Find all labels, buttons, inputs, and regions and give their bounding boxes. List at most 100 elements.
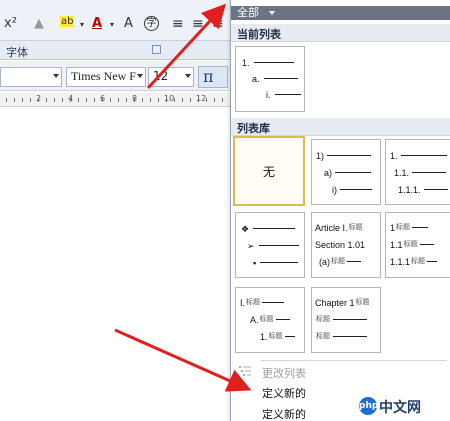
list-tile-heading-numbered[interactable]: 1标题 1.1标题 1.1.1标题 bbox=[385, 212, 450, 278]
line-icon bbox=[284, 336, 295, 338]
list-row: 1. bbox=[242, 57, 294, 68]
change-list-level-label: 更改列表 bbox=[262, 367, 306, 380]
list-row: i. bbox=[266, 89, 301, 100]
list-row: ▪ bbox=[253, 257, 299, 268]
list-number: A. bbox=[250, 314, 259, 325]
list-row: 标题 bbox=[315, 331, 367, 342]
list-tile-chapter[interactable]: Chapter 1标题 标题 标题 bbox=[311, 287, 381, 353]
line-icon bbox=[275, 319, 290, 321]
font-dialog-launcher-icon[interactable] bbox=[152, 45, 161, 54]
list-number: 1.1.1. bbox=[398, 184, 421, 195]
font-color-dropdown-icon[interactable]: ▾ bbox=[110, 20, 114, 29]
ruler-tick bbox=[118, 98, 119, 102]
line-icon bbox=[327, 155, 372, 157]
list-number: 1.1 bbox=[390, 239, 403, 250]
list-row: A.标题 bbox=[250, 314, 290, 325]
list-number: Article I. bbox=[315, 222, 348, 233]
align-right-icon[interactable]: ≡ bbox=[212, 16, 224, 32]
font-group-label: 字体 bbox=[6, 46, 28, 59]
font-size-combo[interactable]: 12 bbox=[148, 67, 194, 87]
list-number: Section 1.01 bbox=[315, 239, 366, 250]
menu-divider bbox=[261, 360, 447, 361]
ruler-tick bbox=[46, 98, 47, 102]
ruler-tick bbox=[222, 98, 223, 102]
font-color-icon[interactable]: A bbox=[92, 16, 102, 31]
line-icon bbox=[427, 261, 438, 263]
list-row: 1.1.1标题 bbox=[390, 256, 438, 267]
align-left-icon[interactable]: ≡ bbox=[172, 16, 184, 32]
line-icon bbox=[423, 189, 448, 191]
equation-button[interactable]: π bbox=[198, 66, 228, 88]
list-tile-bullets[interactable]: ❖ ➢ ▪ bbox=[235, 212, 305, 278]
heading-tag: 标题 bbox=[316, 332, 330, 340]
align-center-icon[interactable]: ≡ bbox=[192, 16, 204, 32]
list-tile-numbered[interactable]: 1. 1.1. 1.1.1. bbox=[385, 139, 450, 205]
list-row: 1.1.1. bbox=[398, 184, 448, 195]
php-logo-icon: php bbox=[359, 397, 378, 415]
line-icon bbox=[412, 227, 429, 229]
line-icon bbox=[253, 228, 296, 230]
ruler-tick bbox=[78, 98, 79, 102]
ruler-number: 8 bbox=[132, 94, 138, 103]
list-number: a) bbox=[324, 167, 333, 178]
list-number: 1. bbox=[260, 331, 268, 342]
list-tile-roman[interactable]: I.标题 A.标题 1.标题 bbox=[235, 287, 305, 353]
line-icon bbox=[253, 62, 294, 64]
list-row: a. bbox=[252, 73, 298, 84]
document-page[interactable] bbox=[0, 108, 230, 421]
pi-icon: π bbox=[203, 67, 214, 86]
scope-selector[interactable]: 全部 bbox=[231, 6, 450, 20]
ruler-number: 12 bbox=[196, 94, 207, 103]
ruler-tick bbox=[110, 98, 111, 102]
ruler-tick bbox=[214, 98, 215, 102]
line-icon bbox=[333, 319, 367, 321]
heading-tag: 标题 bbox=[348, 223, 363, 231]
heading-tag: 标题 bbox=[355, 298, 370, 306]
font-size-grow-icon[interactable]: A bbox=[124, 16, 133, 31]
current-list-tile[interactable]: 1. a. i. bbox=[235, 46, 305, 112]
list-tile-article[interactable]: Article I.标题 Section 1.01 (a)标题 bbox=[311, 212, 381, 278]
ruler-number: 2 bbox=[36, 94, 42, 103]
ruler-tick bbox=[94, 98, 95, 102]
list-number: (a) bbox=[319, 256, 330, 267]
list-number: I. bbox=[240, 297, 246, 308]
list-tile-none[interactable]: 无 bbox=[233, 136, 305, 206]
ruler-tick bbox=[150, 98, 151, 102]
multilevel-list-dropdown: 全部 当前列表 1. a. i. 列表库 无 1) a) i) 1. 1.1. … bbox=[230, 0, 450, 421]
list-tile-1ai[interactable]: 1) a) i) bbox=[311, 139, 381, 205]
list-row: i) bbox=[332, 184, 372, 195]
ruler-tick bbox=[14, 98, 15, 102]
list-number: 1.1. bbox=[394, 167, 410, 178]
heading-tag: 标题 bbox=[246, 298, 261, 306]
change-list-level-item[interactable]: 更改列表 bbox=[231, 362, 450, 382]
horizontal-ruler[interactable]: 2 4 6 8 10 12 bbox=[0, 93, 231, 107]
chevron-down-icon bbox=[137, 74, 143, 78]
enclose-characters-icon[interactable]: 字 bbox=[144, 16, 159, 31]
ruler-number: 4 bbox=[68, 94, 74, 103]
font-size-value: 12 bbox=[153, 69, 169, 83]
square-bullet-icon: ▪ bbox=[253, 257, 257, 268]
define-new-list-style-label: 定义新的 bbox=[262, 408, 306, 421]
text-effects-icon[interactable]: ▲ bbox=[34, 16, 44, 31]
ruler-tick bbox=[182, 98, 183, 102]
line-icon bbox=[400, 155, 447, 157]
line-icon bbox=[333, 336, 367, 338]
none-label: 无 bbox=[262, 165, 275, 179]
list-number: 1. bbox=[390, 150, 398, 161]
ruler-number: 6 bbox=[100, 94, 106, 103]
ruler-tick bbox=[158, 98, 159, 102]
list-library-header-text: 列表库 bbox=[237, 122, 270, 135]
ruler-tick bbox=[86, 98, 87, 102]
line-icon bbox=[263, 78, 298, 80]
highlight-dropdown-icon[interactable]: ▾ bbox=[80, 20, 84, 29]
list-row: ❖ bbox=[241, 223, 296, 234]
list-row: 1. bbox=[390, 150, 447, 161]
list-row: 1.1. bbox=[394, 167, 447, 178]
font-name-combo[interactable]: Times New F bbox=[66, 67, 146, 87]
highlight-color-icon[interactable]: ab bbox=[60, 16, 75, 27]
style-combo[interactable] bbox=[0, 67, 62, 87]
heading-tag: 标题 bbox=[396, 223, 411, 231]
font-name-value: Times New F bbox=[71, 69, 136, 83]
superscript-button[interactable]: x² bbox=[4, 16, 17, 31]
list-library-header: 列表库 bbox=[231, 118, 450, 136]
